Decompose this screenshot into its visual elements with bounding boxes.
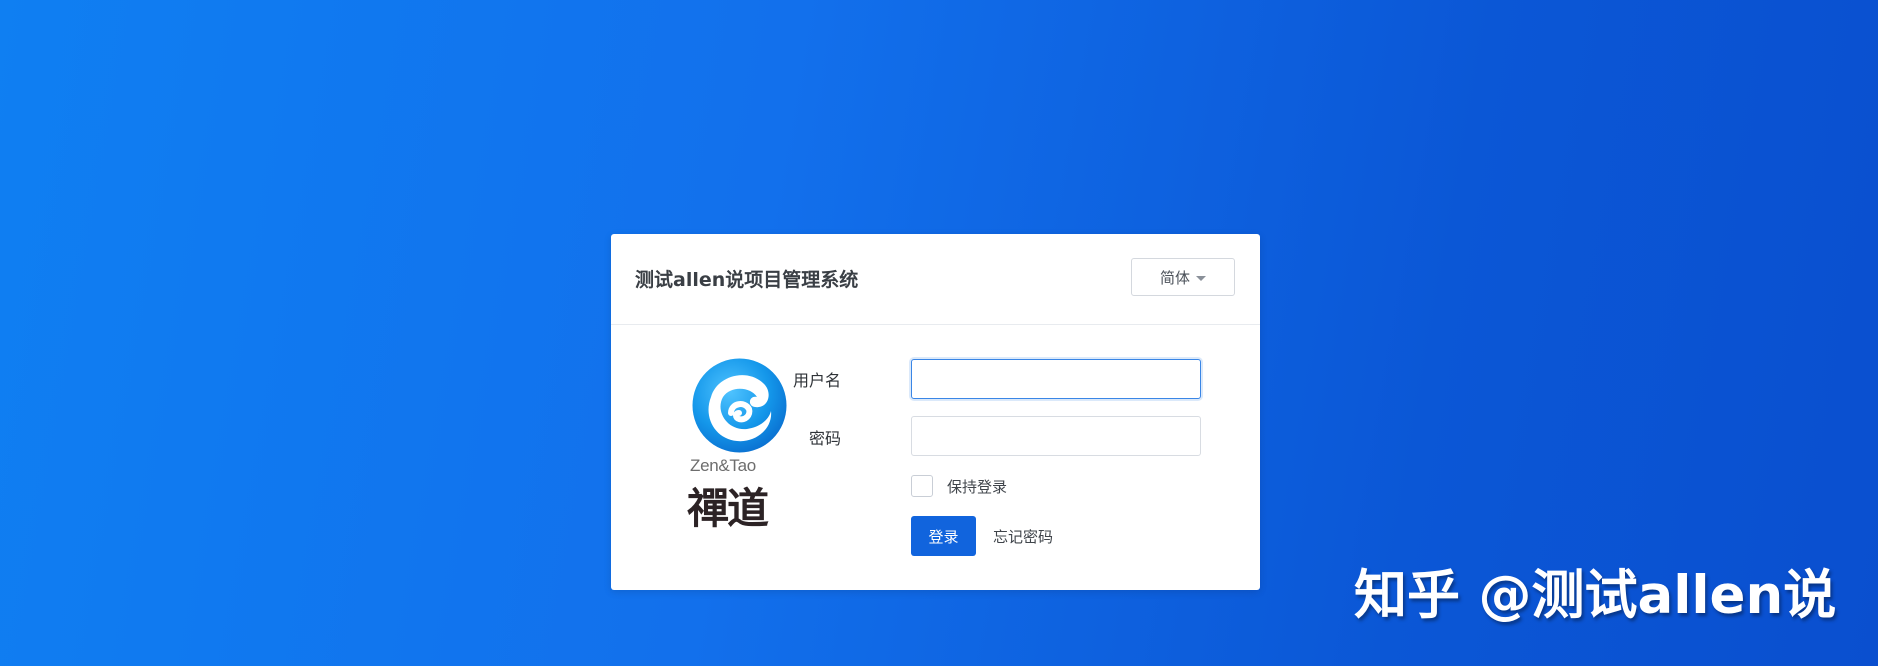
forgot-password-link[interactable]: 忘记密码	[993, 526, 1053, 547]
password-input[interactable]	[911, 416, 1201, 456]
app-title: 测试allen说项目管理系统	[635, 269, 859, 291]
login-button[interactable]: 登录	[911, 516, 976, 556]
username-label: 用户名	[792, 371, 841, 390]
language-dropdown[interactable]: 简体	[1131, 258, 1235, 296]
watermark: 知乎 @测试allen说	[1354, 565, 1837, 626]
language-selected: 简体	[1159, 268, 1190, 287]
caret-down-icon	[1196, 275, 1206, 281]
remember-label: 保持登录	[947, 478, 1008, 496]
login-card: 测试allen说项目管理系统 简体 Zen&Tao 禪道 用户名 密码 保持登录…	[611, 234, 1260, 590]
logo-text-en: Zen&Tao	[690, 456, 756, 475]
login-header: 测试allen说项目管理系统 简体	[611, 234, 1260, 325]
username-input[interactable]	[911, 359, 1201, 399]
remember-checkbox[interactable]	[911, 475, 933, 497]
password-label: 密码	[808, 429, 841, 448]
logo-text-cn: 禪道	[687, 484, 769, 533]
